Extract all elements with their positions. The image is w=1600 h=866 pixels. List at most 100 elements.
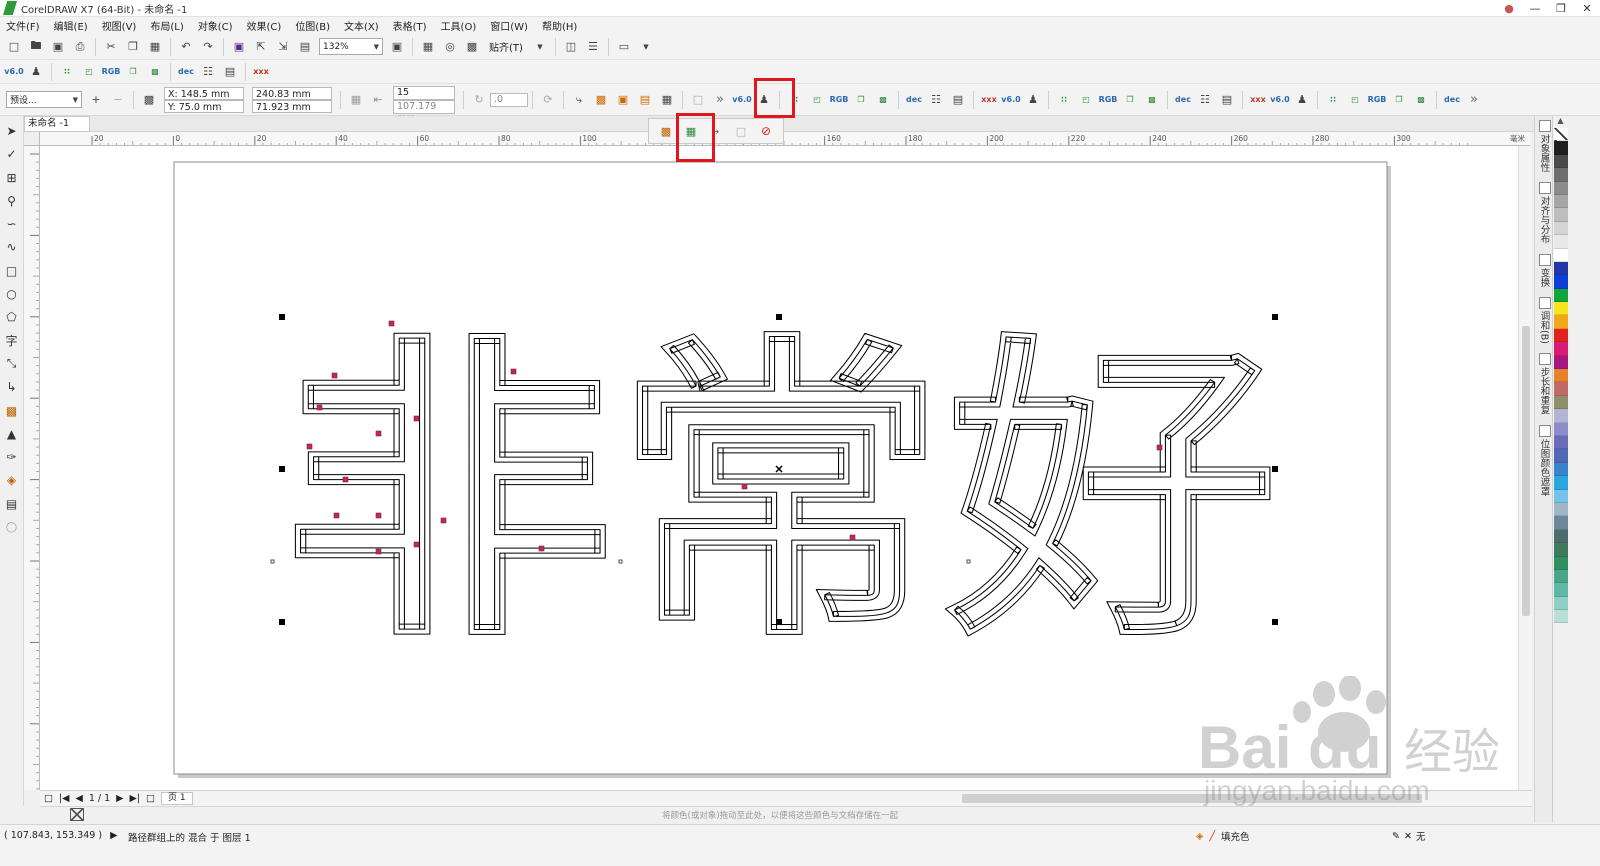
xxx-macro-icon[interactable]: xxx xyxy=(1247,90,1269,110)
path-properties-icon[interactable]: ⤷ xyxy=(568,90,590,110)
layers-macro-icon[interactable]: ▤ xyxy=(1216,90,1238,110)
menu-effects[interactable]: 效果(C) xyxy=(247,18,282,33)
copy-macro-icon[interactable]: ❐ xyxy=(1388,90,1410,110)
freehand-tool-icon[interactable]: ∽ xyxy=(2,213,22,235)
page-tab[interactable]: 页 1 xyxy=(160,792,193,805)
artistic-media-tool-icon[interactable]: ∿ xyxy=(2,236,22,258)
add-page-icon[interactable]: □ xyxy=(44,793,53,804)
object-and-color-acceleration-icon[interactable]: ▦ xyxy=(656,90,678,110)
version-macro-icon[interactable]: v6.0 xyxy=(731,90,753,110)
color-swatch[interactable] xyxy=(1554,181,1568,195)
object-origin-icon[interactable]: ▩ xyxy=(138,90,160,110)
group-macro-icon[interactable]: ▩ xyxy=(1141,90,1163,110)
menu-layout[interactable]: 布局(L) xyxy=(150,18,183,33)
fill-color-icon[interactable]: ◈ xyxy=(1196,831,1203,842)
edit-blend-icon[interactable]: ▩ xyxy=(655,121,677,141)
no-color-swatch[interactable] xyxy=(1554,128,1568,142)
blend-tool-icon[interactable]: ▩ xyxy=(2,400,22,422)
transparency-tool-icon[interactable]: ▲ xyxy=(2,423,22,445)
color-swatch[interactable] xyxy=(1554,596,1568,611)
interactive-fill-tool-icon[interactable]: ◈ xyxy=(2,469,22,491)
color-swatch[interactable] xyxy=(1554,502,1568,517)
transform-macro-icon[interactable]: ◰ xyxy=(806,90,828,110)
paste-icon[interactable]: ▦ xyxy=(144,37,166,57)
color-swatch[interactable] xyxy=(1554,355,1568,370)
color-swatch[interactable] xyxy=(1554,315,1568,329)
version-macro-icon[interactable]: v6.0 xyxy=(1269,90,1291,110)
color-swatch[interactable] xyxy=(1554,369,1568,383)
blend-steps-input[interactable]: 15 xyxy=(393,85,455,100)
smart-fill-tool-icon[interactable]: ▤ xyxy=(2,493,22,515)
more-options-chevron-icon[interactable]: » xyxy=(709,90,731,110)
parallel-dimension-tool-icon[interactable]: ⤡ xyxy=(2,353,22,375)
y-position-field[interactable]: Y: 75.0 mm xyxy=(164,99,244,113)
color-swatch[interactable] xyxy=(1554,395,1568,410)
transform-macro-icon[interactable]: ◰ xyxy=(1344,90,1366,110)
color-swatch[interactable] xyxy=(1554,462,1568,477)
pick-tool-icon[interactable]: ➤ xyxy=(2,120,22,142)
version-macro-icon[interactable]: v6.0 xyxy=(3,62,25,82)
users-macro-icon[interactable]: ♟ xyxy=(1022,90,1044,110)
connector-tool-icon[interactable]: ↳ xyxy=(2,376,22,398)
counterclockwise-blend-icon[interactable]: ▤ xyxy=(634,90,656,110)
menu-file[interactable]: 文件(F) xyxy=(6,18,40,33)
application-launcher-icon[interactable]: ☰ xyxy=(582,37,604,57)
rgb-macro-icon[interactable]: RGB xyxy=(828,90,850,110)
vertical-scrollbar[interactable] xyxy=(1518,146,1532,790)
dec-macro-icon[interactable]: dec xyxy=(1172,90,1194,110)
docker-tab-step-repeat[interactable]: 步长和重复 xyxy=(1537,353,1551,415)
width-field[interactable]: 240.83 mm xyxy=(252,86,332,100)
align-macro-icon[interactable]: ∷ xyxy=(56,62,78,82)
blend-artwork[interactable]: 非常好 xyxy=(282,317,1279,673)
cut-icon[interactable]: ✂ xyxy=(100,37,122,57)
rgb-macro-icon[interactable]: RGB xyxy=(100,62,122,82)
copy-macro-icon[interactable]: ❐ xyxy=(1119,90,1141,110)
options-icon[interactable]: ◫ xyxy=(560,37,582,57)
users-macro-icon[interactable]: ♟ xyxy=(25,62,47,82)
ellipse-tool-icon[interactable]: ○ xyxy=(2,283,22,305)
version-macro-icon[interactable]: v6.0 xyxy=(1000,90,1022,110)
barcode-macro-icon[interactable]: ☷ xyxy=(197,62,219,82)
polygon-tool-icon[interactable]: ⬠ xyxy=(2,306,22,328)
overflow-chevron-icon[interactable]: » xyxy=(1463,90,1485,110)
menu-window[interactable]: 窗口(W) xyxy=(490,18,528,33)
group-macro-icon[interactable]: ▩ xyxy=(144,62,166,82)
vertical-scroll-thumb[interactable] xyxy=(1522,326,1530,616)
color-swatch[interactable] xyxy=(1554,328,1568,343)
add-preset-icon[interactable]: + xyxy=(85,90,107,110)
align-macro-icon[interactable]: ∷ xyxy=(1322,90,1344,110)
color-swatch[interactable] xyxy=(1554,435,1568,450)
vertical-ruler[interactable] xyxy=(24,146,40,790)
copy-icon[interactable]: ❐ xyxy=(122,37,144,57)
menu-object[interactable]: 对象(C) xyxy=(198,18,233,33)
docker-tab-blend[interactable]: 调和(B) xyxy=(1537,296,1551,343)
xxx-macro-icon[interactable]: xxx xyxy=(250,62,272,82)
color-swatch[interactable] xyxy=(1554,489,1568,503)
blend-direction-input[interactable]: .0 xyxy=(490,92,528,107)
blend-spacing-mode-icon[interactable]: ⇤ xyxy=(367,90,389,110)
zoom-tool-icon[interactable]: ⚲ xyxy=(2,190,22,212)
color-swatch[interactable] xyxy=(1554,221,1568,236)
color-swatch[interactable] xyxy=(1554,248,1568,262)
copy-macro-icon[interactable]: ❐ xyxy=(122,62,144,82)
new-document-icon[interactable]: □ xyxy=(3,37,25,57)
layers-macro-icon[interactable]: ▤ xyxy=(219,62,241,82)
snap-to-menu[interactable]: 贴齐(T) xyxy=(489,39,523,54)
full-screen-preview-icon[interactable]: ▣ xyxy=(386,37,408,57)
preset-combo[interactable]: 预设... ▼ xyxy=(6,91,82,108)
remove-preset-icon[interactable]: − xyxy=(107,90,129,110)
dec-macro-icon[interactable]: dec xyxy=(175,62,197,82)
color-swatch[interactable] xyxy=(1554,141,1568,155)
show-grid-icon[interactable]: ◎ xyxy=(439,37,461,57)
color-swatch[interactable] xyxy=(1554,288,1568,303)
next-page-icon[interactable]: ▶ xyxy=(116,793,123,804)
rgb-macro-icon[interactable]: RGB xyxy=(1097,90,1119,110)
copy-blend-properties-icon[interactable]: □ xyxy=(687,90,709,110)
blend-direction-icon[interactable]: ↻ xyxy=(468,90,490,110)
undo-icon[interactable]: ↶ xyxy=(175,37,197,57)
outline-pen-icon[interactable]: ✎ xyxy=(1392,831,1400,842)
palette-scroll-up-icon[interactable]: ▲ xyxy=(1553,116,1568,128)
menu-view[interactable]: 视图(V) xyxy=(102,18,137,33)
color-swatch[interactable] xyxy=(1554,208,1568,222)
color-swatch[interactable] xyxy=(1554,610,1568,624)
